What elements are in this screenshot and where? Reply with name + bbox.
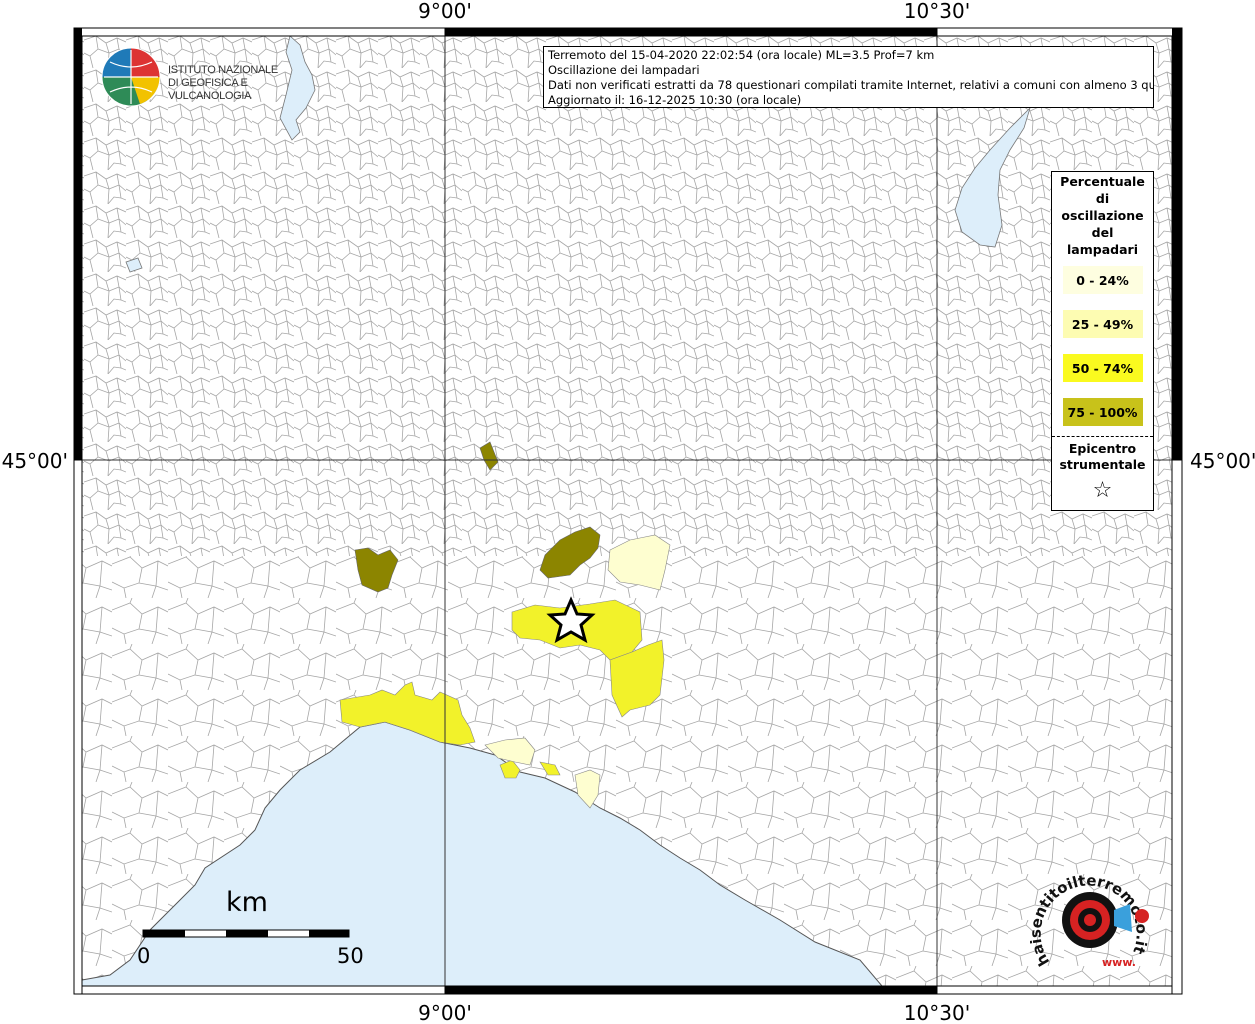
ingv-name-line1: ISTITUTO NAZIONALE	[168, 64, 278, 76]
info-line-event: Terremoto del 15-04-2020 22:02:54 (ora l…	[548, 48, 935, 62]
ingv-globe-icon	[101, 47, 161, 107]
lat-label-left: 45°00'	[2, 449, 68, 473]
frame-top-seg1	[73, 27, 446, 37]
frame-left-seg1	[74, 28, 82, 460]
info-line-type: Oscillazione dei lampadari	[548, 63, 700, 77]
lon-label-bottom-left: 9°00'	[418, 1001, 472, 1024]
haisentito-www: www.	[1102, 956, 1136, 969]
ingv-name: ISTITUTO NAZIONALE DI GEOFISICA E VULCAN…	[168, 64, 315, 103]
haisentito-logo: haisentitoilterremoto.it www.	[1027, 862, 1152, 984]
earthquake-info-box: Terremoto del 15-04-2020 22:02:54 (ora l…	[543, 46, 1154, 108]
frame-top-seg3	[936, 27, 1183, 37]
frame-right-seg1	[1172, 28, 1182, 460]
lon-label-top-left: 9°00'	[418, 0, 472, 23]
ingv-name-line2: DI GEOFISICA E VULCANOLOGIA	[168, 77, 252, 102]
scale-bar	[142, 929, 350, 938]
info-line-source: Dati non verificati estratti da 78 quest…	[548, 78, 1154, 92]
map-body	[82, 36, 1172, 986]
scale-min-label: 0	[137, 944, 151, 968]
legend-item-0-24: 0 - 24%	[1062, 266, 1143, 294]
frame-top-seg2	[445, 28, 937, 36]
legend-item-25-49: 25 - 49%	[1062, 310, 1143, 338]
lon-label-bottom-right: 10°30'	[904, 1001, 970, 1024]
frame-bottom-seg3	[936, 985, 1183, 995]
legend-title: Percentuale di oscillazione del lampadar…	[1060, 174, 1145, 257]
scale-max-label: 50	[337, 944, 364, 968]
info-line-updated: Aggiornato il: 16-12-2025 10:30 (ora loc…	[548, 93, 802, 107]
legend-item-75-100: 75 - 100%	[1062, 398, 1143, 426]
lon-label-top-right: 10°30'	[904, 0, 970, 23]
legend-item-50-74: 50 - 74%	[1062, 354, 1143, 382]
frame-right-seg2	[1171, 459, 1183, 995]
legend-epicenter-label: Epicentro strumentale	[1059, 441, 1146, 472]
legend: Percentuale di oscillazione del lampadar…	[1051, 171, 1154, 511]
municipality-boundaries-north	[82, 36, 1172, 556]
ingv-logo: ISTITUTO NAZIONALE DI GEOFISICA E VULCAN…	[100, 46, 315, 108]
frame-left-seg2	[73, 459, 83, 995]
legend-separator	[1052, 436, 1153, 437]
frame-bottom-seg1	[73, 985, 446, 995]
lat-label-right: 45°00'	[1190, 449, 1255, 473]
scale-title: km	[226, 887, 268, 918]
haisentito-logo-icon: haisentitoilterremoto.it www.	[1027, 871, 1151, 969]
legend-star-icon: ☆	[1092, 478, 1113, 503]
frame-bottom-seg2	[445, 986, 937, 994]
